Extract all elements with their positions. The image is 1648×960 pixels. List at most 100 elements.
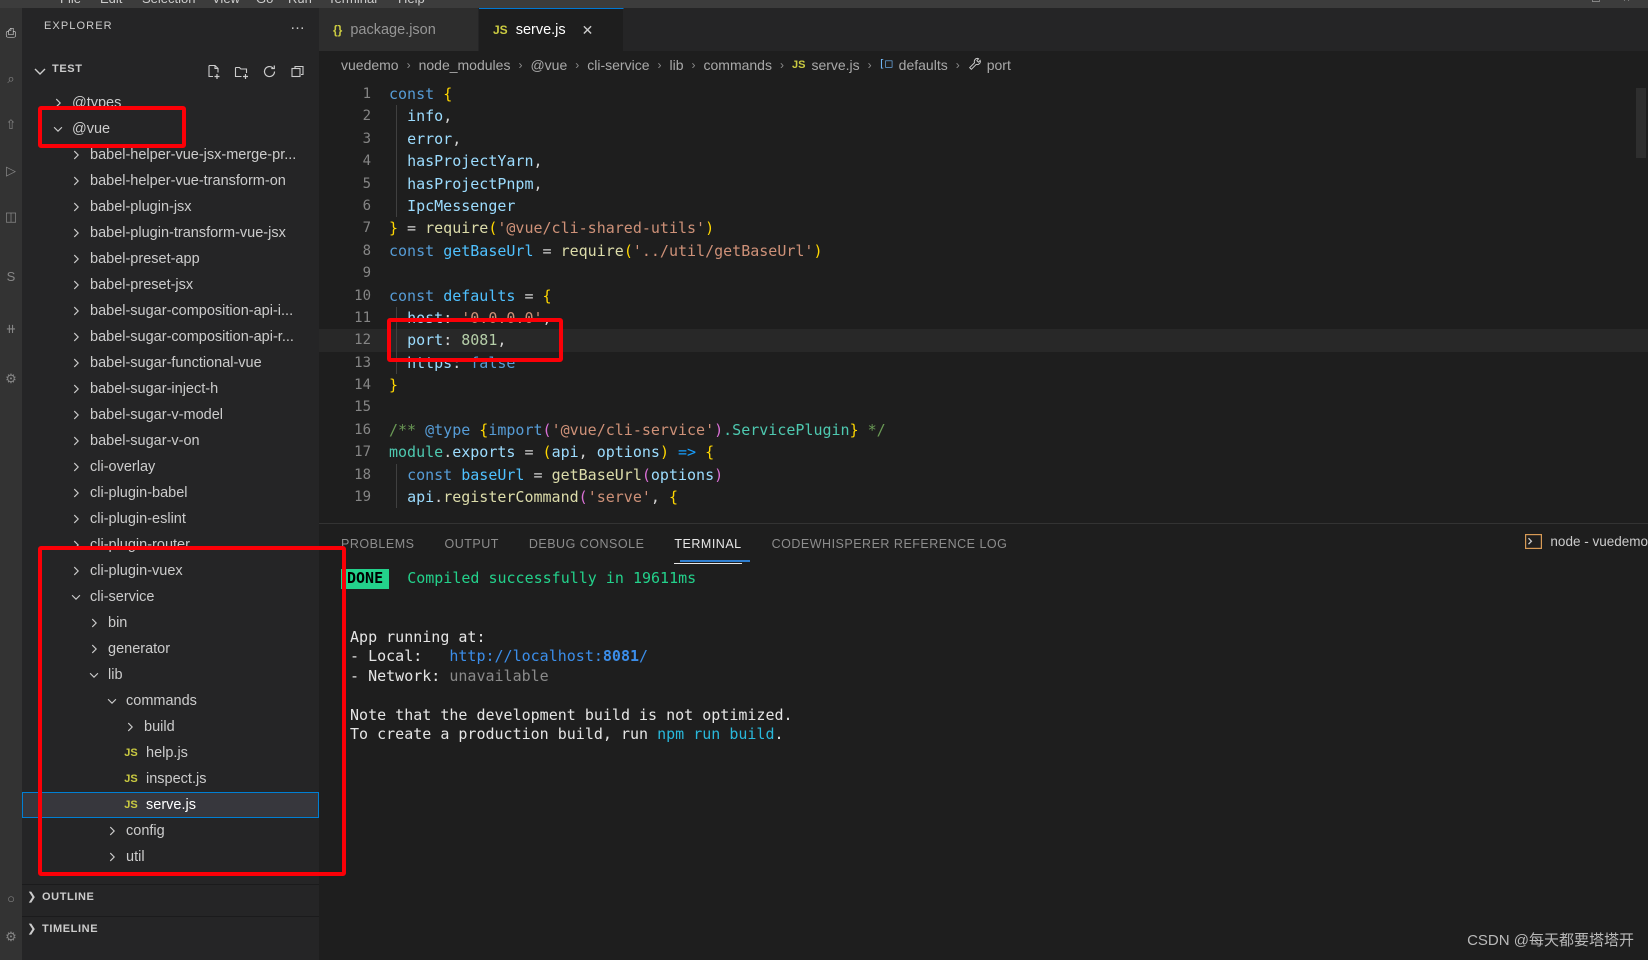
breadcrumb-item--vue[interactable]: @vue	[530, 57, 567, 73]
menu-edit[interactable]: Edit	[100, 0, 122, 6]
tree-item-generator[interactable]: generator	[22, 636, 319, 662]
chevron-right-icon[interactable]	[68, 199, 84, 215]
chevron-right-icon[interactable]	[104, 849, 120, 865]
chevron-right-icon[interactable]	[68, 433, 84, 449]
terminal-output[interactable]: DONE Compiled successfully in 19611ms Ap…	[341, 569, 1641, 960]
breadcrumb-item-defaults[interactable]: [◻] defaults	[880, 57, 948, 73]
tab-output[interactable]: OUTPUT	[444, 524, 498, 564]
testing-icon[interactable]: ⚙	[1, 368, 21, 390]
tree-item-help-js[interactable]: JS help.js	[22, 740, 319, 766]
tree-item-babel-sugar-functional-vue[interactable]: babel-sugar-functional-vue	[22, 350, 319, 376]
tree-item-inspect-js[interactable]: JS inspect.js	[22, 766, 319, 792]
chevron-right-icon[interactable]	[86, 615, 102, 631]
tree-item-util[interactable]: util	[22, 844, 319, 870]
tree-item-cli-overlay[interactable]: cli-overlay	[22, 454, 319, 480]
breadcrumb-item-port[interactable]: port	[968, 57, 1011, 74]
code-editor[interactable]: 1 const {2 info, 3 error, 4 hasProjectYarn,…	[319, 83, 1648, 523]
chevron-down-icon[interactable]	[68, 589, 84, 605]
tree-item-cli-service[interactable]: cli-service	[22, 584, 319, 610]
tree-item-babel-plugin-transform-vue-jsx[interactable]: babel-plugin-transform-vue-jsx	[22, 220, 319, 246]
chevron-right-icon[interactable]	[68, 381, 84, 397]
code-line[interactable]: 5 hasProjectPnpm,	[319, 172, 1648, 195]
menu-view[interactable]: View	[212, 0, 240, 6]
source-control-icon[interactable]: ⇧	[1, 114, 21, 136]
chevron-right-icon[interactable]	[68, 329, 84, 345]
chevron-right-icon[interactable]	[68, 303, 84, 319]
tree-item-bin[interactable]: bin	[22, 610, 319, 636]
chevron-right-icon[interactable]	[68, 407, 84, 423]
breadcrumb-item-node-modules[interactable]: node_modules	[419, 57, 511, 73]
code-line[interactable]: 8 const getBaseUrl = require('../util/get…	[319, 240, 1648, 262]
code-line[interactable]: 12 port: 8081,	[319, 329, 1648, 352]
code-line[interactable]: 15	[319, 396, 1648, 418]
tree-item-cli-plugin-eslint[interactable]: cli-plugin-eslint	[22, 506, 319, 532]
tree-item-babel-sugar-composition-api-r-[interactable]: babel-sugar-composition-api-r...	[22, 324, 319, 350]
breadcrumb-item-cli-service[interactable]: cli-service	[587, 57, 649, 73]
chevron-right-icon[interactable]	[68, 173, 84, 189]
chevron-down-icon[interactable]	[32, 63, 48, 79]
refresh-icon[interactable]	[259, 61, 281, 83]
remote-explorer-icon[interactable]: ⧺	[1, 318, 21, 340]
tree-item-cli-plugin-router[interactable]: cli-plugin-router	[22, 532, 319, 558]
code-line[interactable]: 19 api.registerCommand('serve', {	[319, 486, 1648, 509]
menu-bar[interactable]: File Edit Selection View Go Run Terminal…	[0, 0, 1648, 8]
minimap-slider[interactable]	[1636, 88, 1646, 158]
chevron-right-icon[interactable]	[86, 641, 102, 657]
code-line[interactable]: 6 IpcMessenger	[319, 194, 1648, 218]
menu-terminal[interactable]: Terminal	[328, 0, 377, 6]
tree-item-babel-helper-vue-transform-on[interactable]: babel-helper-vue-transform-on	[22, 168, 319, 194]
chevron-down-icon[interactable]	[50, 121, 66, 137]
code-line[interactable]: 3 error,	[319, 127, 1648, 151]
menu-run[interactable]: Run	[288, 0, 312, 6]
breadcrumb-item-vuedemo[interactable]: vuedemo	[341, 57, 399, 73]
code-line[interactable]: 18 const baseUrl = getBaseUrl(options)	[319, 463, 1648, 487]
search-icon[interactable]: ⌕	[1, 68, 21, 90]
new-folder-icon[interactable]	[231, 61, 253, 83]
code-line[interactable]: 7} = require('@vue/cli-shared-utils')	[319, 217, 1648, 239]
tree-item-serve-js[interactable]: JS serve.js	[22, 792, 319, 818]
tree-item-config[interactable]: config	[22, 818, 319, 844]
code-line[interactable]: 1 const {	[319, 83, 1648, 105]
menu-help[interactable]: Help	[398, 0, 425, 6]
collapse-all-icon[interactable]	[287, 61, 309, 83]
chevron-right-icon[interactable]	[68, 485, 84, 501]
tree-item--types[interactable]: @types	[22, 90, 319, 116]
code-line[interactable]: 14}	[319, 374, 1648, 396]
tab-problems[interactable]: PROBLEMS	[341, 524, 414, 564]
chevron-right-icon[interactable]	[104, 823, 120, 839]
code-line[interactable]: 13 https: false	[319, 351, 1648, 375]
breadcrumb-item-serve-js[interactable]: JS serve.js	[792, 57, 860, 73]
window-controls[interactable]: – □ ×	[1562, 0, 1640, 5]
panel-tabs[interactable]: PROBLEMS OUTPUT DEBUG CONSOLE TERMINAL C…	[319, 524, 1037, 564]
chevron-down-icon[interactable]	[86, 667, 102, 683]
tree-item-build[interactable]: build	[22, 714, 319, 740]
outline-section[interactable]: ❯ OUTLINE	[22, 884, 319, 908]
tree-item-babel-sugar-composition-api-i-[interactable]: babel-sugar-composition-api-i...	[22, 298, 319, 324]
tree-item-cli-plugin-babel[interactable]: cli-plugin-babel	[22, 480, 319, 506]
chevron-right-icon[interactable]	[50, 95, 66, 111]
tree-item-babel-plugin-jsx[interactable]: babel-plugin-jsx	[22, 194, 319, 220]
explorer-icon[interactable]: ⎙	[1, 22, 21, 44]
tab-debug-console[interactable]: DEBUG CONSOLE	[529, 524, 645, 564]
breadcrumb-item-commands[interactable]: commands	[704, 57, 772, 73]
tree-item-commands[interactable]: commands	[22, 688, 319, 714]
timeline-section[interactable]: ❯ TIMELINE	[22, 916, 319, 940]
code-line[interactable]: 16 /** @type {import('@vue/cli-service').…	[319, 419, 1648, 441]
code-line[interactable]: 9	[319, 262, 1648, 284]
tree-item-babel-preset-app[interactable]: babel-preset-app	[22, 246, 319, 272]
tree-item-babel-helper-vue-jsx-merge-pr-[interactable]: babel-helper-vue-jsx-merge-pr...	[22, 142, 319, 168]
tree-item-babel-preset-jsx[interactable]: babel-preset-jsx	[22, 272, 319, 298]
tree-item-babel-sugar-v-on[interactable]: babel-sugar-v-on	[22, 428, 319, 454]
breadcrumb-item-lib[interactable]: lib	[669, 57, 683, 73]
chevron-down-icon[interactable]	[104, 693, 120, 709]
menu-file[interactable]: File	[60, 0, 81, 6]
chevron-right-icon[interactable]	[68, 537, 84, 553]
code-line[interactable]: 10 const defaults = {	[319, 285, 1648, 307]
tree-item-cli-plugin-vuex[interactable]: cli-plugin-vuex	[22, 558, 319, 584]
chevron-right-icon[interactable]	[68, 251, 84, 267]
sidebar-more-actions[interactable]: …	[290, 17, 305, 32]
new-file-icon[interactable]	[203, 61, 225, 83]
menu-go[interactable]: Go	[256, 0, 273, 6]
chevron-right-icon[interactable]	[122, 719, 138, 735]
chevron-right-icon[interactable]	[68, 355, 84, 371]
